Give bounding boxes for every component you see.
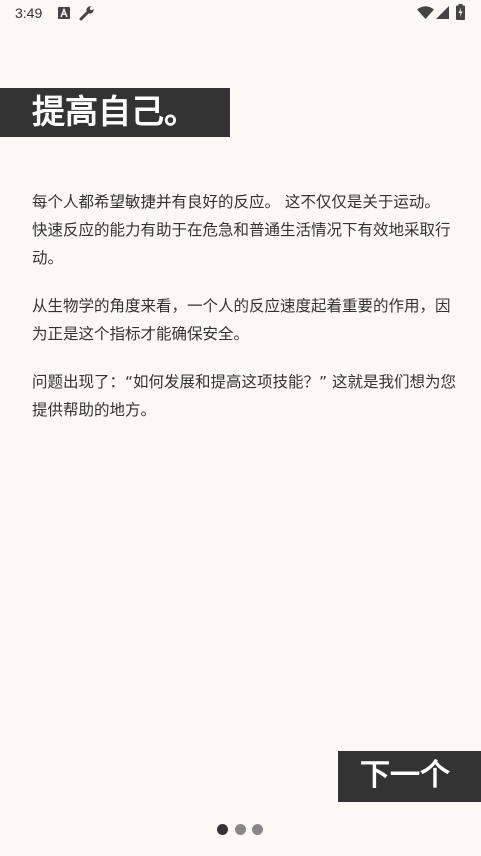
next-button-label: 下一个 <box>360 759 450 792</box>
intro-paragraph-2: 从生物学的角度来看，一个人的反应速度起着重要的作用，因为正是这个指标才能确保安全… <box>32 297 451 343</box>
status-bar: 3:49 <box>0 0 481 28</box>
intro-paragraph-1: 每个人都希望敏捷并有良好的反应。 这不仅仅是关于运动。 快速反应的能力有助于在危… <box>32 193 451 267</box>
battery-charging-icon <box>456 4 465 20</box>
page-title: 提高自己。 <box>32 92 197 131</box>
next-button[interactable]: 下一个 <box>338 751 481 802</box>
intro-paragraph-3: 问题出现了：“如何发展和提高这项技能？” 这就是我们想为您提供帮助的地方。 <box>32 373 456 419</box>
cell-signal-icon <box>436 6 449 19</box>
wifi-icon <box>417 6 434 19</box>
title-banner: 提高自己。 <box>0 88 230 137</box>
page-dot-3[interactable] <box>252 824 263 835</box>
page-dot-2[interactable] <box>235 824 246 835</box>
page-dot-1[interactable] <box>217 824 228 835</box>
status-time: 3:49 <box>15 5 43 21</box>
notification-a-icon <box>58 7 70 19</box>
wrench-icon <box>79 6 94 21</box>
